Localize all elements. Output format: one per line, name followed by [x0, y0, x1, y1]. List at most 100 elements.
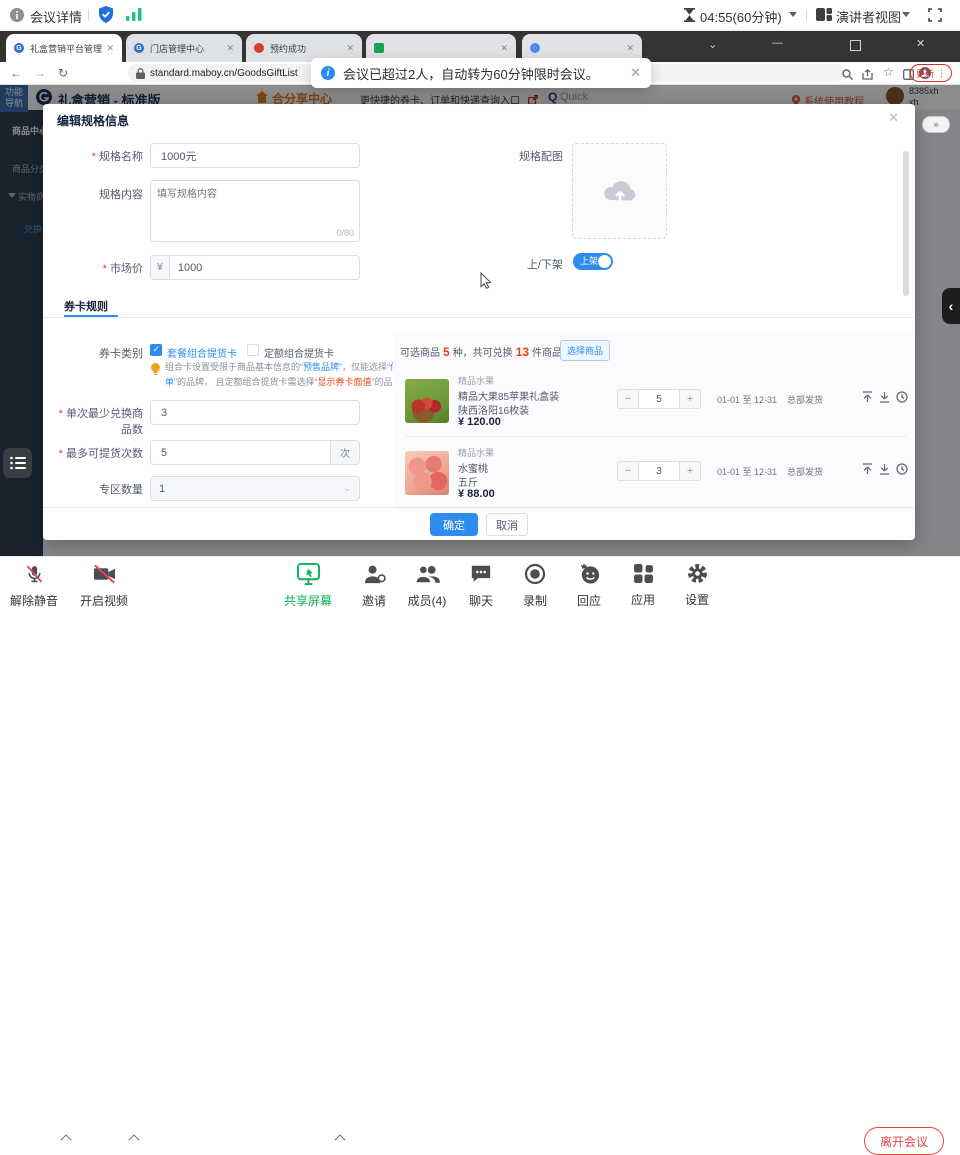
confirm-button[interactable]: 确定	[430, 513, 478, 536]
tab-close-icon[interactable]: ✕	[496, 43, 508, 54]
quantity-value[interactable]: 5	[638, 390, 680, 408]
back-icon[interactable]: ←	[10, 67, 22, 79]
move-bottom-icon[interactable]	[879, 463, 890, 475]
max-pickup-input[interactable]: 次	[150, 440, 360, 465]
clock-icon[interactable]	[896, 463, 908, 475]
browser-update-button[interactable]: 更新 ⋮	[910, 64, 952, 82]
settings-label: 设置	[669, 591, 725, 608]
leave-meeting-button[interactable]: 离开会议	[864, 1127, 944, 1155]
zoom-icon[interactable]	[842, 67, 853, 85]
expand-panel-button[interactable]: »	[922, 116, 950, 133]
chat-button[interactable]: 聊天	[453, 563, 509, 609]
modal-close-icon[interactable]: ✕	[888, 110, 899, 126]
card-type-label: 券卡类别	[48, 345, 143, 361]
window-maximize-button[interactable]	[850, 40, 861, 51]
plus-button[interactable]: +	[680, 462, 700, 480]
chevron-left-icon: ‹	[949, 298, 954, 314]
layout-view-icon	[816, 8, 832, 27]
info-icon[interactable]	[10, 8, 24, 27]
tab-close-icon[interactable]: ✕	[342, 43, 354, 54]
market-price-input[interactable]: ¥	[150, 255, 360, 280]
checkbox-fixed-card[interactable]	[247, 344, 259, 356]
view-mode-selector[interactable]: 演讲者视图	[836, 7, 901, 26]
card-type-2-label[interactable]: 定额组合提货卡	[264, 345, 334, 360]
share-screen-label: 共享屏幕	[280, 592, 336, 609]
video-options-chevron[interactable]	[128, 1134, 139, 1145]
tab-favicon: G	[134, 43, 144, 53]
reactions-button[interactable]: 回应	[561, 563, 617, 609]
window-minimize-button[interactable]: —	[772, 38, 783, 49]
checkbox-combo-card-checked[interactable]	[150, 344, 162, 356]
forward-icon[interactable]: →	[34, 67, 46, 79]
minus-button[interactable]: −	[618, 462, 638, 480]
products-summary: 可选商品5种，共可兑换13件商品	[400, 344, 562, 359]
bookmark-star-icon[interactable]: ☆	[883, 66, 894, 78]
fullscreen-icon[interactable]	[928, 8, 942, 27]
spec-content-label: 规格内容	[48, 186, 143, 202]
clock-icon[interactable]	[896, 391, 908, 403]
browser-tab-1-active[interactable]: G 礼盒营销平台管理中心 ✕	[6, 34, 122, 62]
spec-name-input[interactable]	[150, 143, 360, 168]
move-bottom-icon[interactable]	[879, 391, 890, 403]
move-top-icon[interactable]	[862, 391, 873, 403]
security-shield-icon[interactable]	[98, 6, 114, 28]
record-button[interactable]: 录制	[507, 563, 563, 609]
row-actions	[862, 463, 908, 475]
tab-close-icon[interactable]: ✕	[622, 43, 634, 54]
modal-scrollbar-thumb[interactable]	[903, 151, 909, 296]
members-button[interactable]: 成员(4)	[399, 563, 455, 609]
view-dropdown-icon[interactable]	[902, 12, 910, 17]
move-top-icon[interactable]	[862, 463, 873, 475]
start-video-button[interactable]: 开启视频	[76, 563, 132, 609]
image-upload-dropzone[interactable]	[572, 143, 667, 239]
tab-card-rules[interactable]: 券卡规则	[64, 298, 108, 314]
settings-button[interactable]: 设置	[669, 563, 725, 608]
cancel-button[interactable]: 取消	[486, 513, 528, 536]
window-close-button[interactable]: ✕	[916, 39, 925, 50]
tip-text: ”，仅能选择“	[339, 362, 390, 372]
divider	[88, 9, 89, 21]
shelf-toggle[interactable]: 上架	[573, 253, 613, 270]
meeting-details-link[interactable]: 会议详情	[30, 7, 82, 26]
card-type-1-label[interactable]: 套餐组合提货卡	[167, 345, 237, 360]
spec-name-value[interactable]	[159, 149, 351, 163]
network-signal-icon[interactable]	[126, 8, 142, 26]
refresh-icon[interactable]: ↻	[58, 67, 68, 79]
min-exchange-value[interactable]	[159, 406, 351, 420]
mic-options-chevron[interactable]	[60, 1134, 71, 1145]
product-tag: 精品水果	[458, 374, 494, 387]
tab-close-icon[interactable]: ✕	[222, 43, 234, 54]
chevron-down-icon: ⌄	[343, 483, 351, 494]
toast-close-icon[interactable]: ✕	[630, 65, 641, 81]
spec-content-value[interactable]	[151, 181, 359, 215]
tab-search-icon[interactable]: ⌄	[708, 40, 717, 51]
market-price-label: 市场价	[48, 260, 143, 276]
meeting-topbar: 会议详情 04:55(60分钟) 演讲者视图	[0, 0, 960, 31]
menu-dots-icon[interactable]: ⋮	[937, 68, 946, 79]
unmute-button[interactable]: 解除静音	[6, 563, 62, 609]
chat-label: 聊天	[453, 592, 509, 609]
max-pickup-value[interactable]	[159, 446, 351, 460]
timer-dropdown-icon[interactable]	[789, 12, 797, 17]
select-goods-button[interactable]: 选择商品	[560, 340, 610, 361]
market-price-value[interactable]	[176, 261, 351, 275]
zone-count-label: 专区数量	[48, 481, 143, 497]
quantity-value[interactable]: 3	[638, 462, 680, 480]
tab-favicon: G	[14, 43, 24, 53]
apps-button[interactable]: 应用	[615, 563, 671, 608]
min-exchange-input[interactable]	[150, 400, 360, 425]
zone-count-select[interactable]: 1 ⌄	[150, 476, 360, 501]
side-panel-handle[interactable]: ‹	[942, 288, 960, 324]
invite-button[interactable]: 邀请	[346, 563, 402, 609]
share-options-chevron[interactable]	[334, 1134, 345, 1145]
browser-tab-2[interactable]: G 门店管理中心 ✕	[126, 34, 242, 62]
floating-list-button[interactable]	[3, 448, 32, 478]
share-screen-button[interactable]: 共享屏幕	[280, 563, 336, 609]
minus-button[interactable]: −	[618, 390, 638, 408]
tab-close-icon[interactable]: ✕	[102, 43, 114, 54]
plus-button[interactable]: +	[680, 390, 700, 408]
share-icon[interactable]	[862, 67, 873, 85]
row-actions	[862, 391, 908, 403]
spec-content-textarea[interactable]: 0/80	[150, 180, 360, 242]
product-price: ¥ 120.00	[458, 416, 501, 428]
